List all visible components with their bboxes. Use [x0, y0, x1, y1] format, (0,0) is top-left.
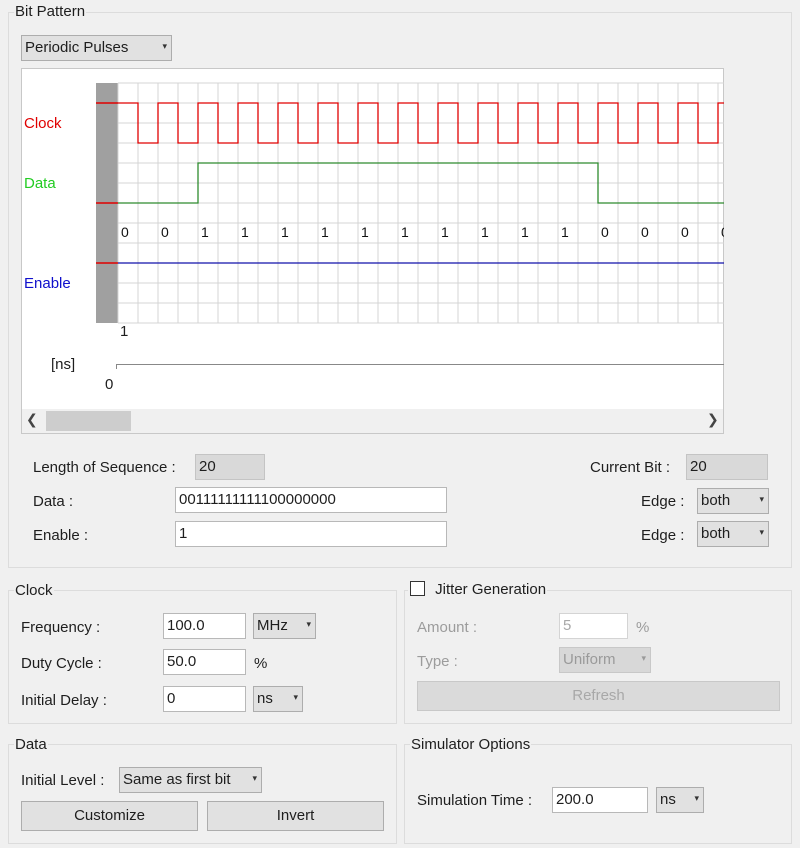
- time-axis-line: [116, 364, 724, 365]
- jitter-title: Jitter Generation: [435, 581, 547, 598]
- bit-index-label: 1: [120, 323, 129, 340]
- frequency-field[interactable]: 100.0: [163, 613, 246, 639]
- bit-value-label: 0: [121, 224, 129, 240]
- bit-value-label: 0: [601, 224, 609, 240]
- horizontal-scrollbar[interactable]: ❮ ❯: [22, 409, 723, 433]
- frequency-unit-value: MHz: [257, 617, 288, 634]
- data-label: Data :: [33, 493, 74, 510]
- waveform-panel[interactable]: Clock Data Enable 0011111111110000000001…: [21, 68, 724, 434]
- time-start-label: 0: [105, 376, 114, 393]
- jitter-title-wrap: Jitter Generation: [408, 581, 548, 598]
- pattern-type-select[interactable]: Periodic Pulses ▾: [21, 35, 172, 61]
- initial-delay-unit-select[interactable]: ns ▾: [253, 686, 303, 712]
- bit-value-label: 1: [481, 224, 489, 240]
- bit-value-label: 0: [721, 224, 724, 240]
- bit-value-label: 1: [281, 224, 289, 240]
- chevron-down-icon: ▾: [759, 527, 764, 537]
- customize-button[interactable]: Customize: [21, 801, 198, 831]
- frequency-label: Frequency :: [21, 619, 101, 636]
- bit-value-label: 1: [441, 224, 449, 240]
- chevron-down-icon: ▾: [641, 653, 646, 663]
- scroll-left-icon[interactable]: ❮: [26, 411, 38, 428]
- initial-delay-unit-value: ns: [257, 690, 273, 707]
- initial-level-label: Initial Level :: [21, 772, 105, 789]
- bit-value-label: 1: [361, 224, 369, 240]
- initial-delay-field[interactable]: 0: [163, 686, 246, 712]
- simulation-time-unit-select[interactable]: ns ▾: [656, 787, 704, 813]
- time-unit-label: [ns]: [51, 356, 76, 373]
- jitter-amount-unit: %: [636, 619, 650, 636]
- simulator-title: Simulator Options: [410, 736, 532, 753]
- edge-label-1: Edge :: [641, 493, 685, 510]
- initial-level-select[interactable]: Same as first bit ▾: [119, 767, 262, 793]
- scrollbar-thumb[interactable]: [46, 411, 131, 431]
- duty-cycle-label: Duty Cycle :: [21, 655, 102, 672]
- bit-pattern-title: Bit Pattern: [14, 3, 87, 20]
- time-axis-tick: [116, 364, 117, 369]
- signal-label-clock: Clock: [24, 115, 62, 132]
- chevron-down-icon: ▾: [293, 692, 298, 702]
- duty-cycle-unit: %: [254, 655, 268, 672]
- jitter-amount-field[interactable]: 5: [559, 613, 628, 639]
- jitter-amount-label: Amount :: [417, 619, 478, 636]
- jitter-type-select[interactable]: Uniform ▾: [559, 647, 651, 673]
- bit-value-label: 1: [401, 224, 409, 240]
- bit-value-label: 0: [681, 224, 689, 240]
- enable-field[interactable]: 1: [175, 521, 447, 547]
- edge-value-2: both: [701, 525, 731, 542]
- chevron-down-icon: ▾: [759, 494, 764, 504]
- invert-button[interactable]: Invert: [207, 801, 384, 831]
- signal-label-enable: Enable: [24, 275, 71, 292]
- duty-cycle-field[interactable]: 50.0: [163, 649, 246, 675]
- chevron-down-icon: ▾: [306, 619, 311, 629]
- jitter-type-value: Uniform: [563, 651, 616, 668]
- edge-value-1: both: [701, 492, 731, 509]
- data-group-title: Data: [14, 736, 48, 753]
- bit-value-label: 1: [561, 224, 569, 240]
- chevron-down-icon: ▾: [162, 41, 167, 51]
- current-bit-field: 20: [686, 454, 768, 480]
- length-of-sequence-label: Length of Sequence :: [33, 459, 176, 476]
- bit-value-label: 0: [641, 224, 649, 240]
- length-of-sequence-field: 20: [195, 454, 265, 480]
- edge-label-2: Edge :: [641, 527, 685, 544]
- initial-level-value: Same as first bit: [123, 771, 231, 788]
- frequency-unit-select[interactable]: MHz ▾: [253, 613, 316, 639]
- chevron-down-icon: ▾: [694, 793, 699, 803]
- pattern-type-value: Periodic Pulses: [25, 39, 129, 56]
- jitter-type-label: Type :: [417, 653, 458, 670]
- enable-label: Enable :: [33, 527, 89, 544]
- jitter-checkbox[interactable]: [410, 581, 425, 596]
- simulation-time-unit-value: ns: [660, 791, 676, 808]
- waveform-canvas[interactable]: 001111111111000000000111111111: [96, 69, 724, 331]
- bit-value-label: 1: [241, 224, 249, 240]
- clock-title: Clock: [14, 582, 54, 599]
- bit-value-label: 0: [161, 224, 169, 240]
- bit-value-label: 1: [521, 224, 529, 240]
- chevron-down-icon: ▾: [252, 773, 257, 783]
- initial-delay-label: Initial Delay :: [21, 692, 107, 709]
- refresh-button[interactable]: Refresh: [417, 681, 780, 711]
- bit-value-label: 1: [321, 224, 329, 240]
- scroll-right-icon[interactable]: ❯: [707, 411, 719, 428]
- simulation-time-field[interactable]: 200.0: [552, 787, 648, 813]
- current-bit-label: Current Bit :: [590, 459, 671, 476]
- signal-label-data: Data: [24, 175, 56, 192]
- edge-select-1[interactable]: both ▾: [697, 488, 769, 514]
- bit-value-label: 1: [201, 224, 209, 240]
- edge-select-2[interactable]: both ▾: [697, 521, 769, 547]
- data-field[interactable]: 00111111111100000000: [175, 487, 447, 513]
- simulation-time-label: Simulation Time :: [417, 792, 533, 809]
